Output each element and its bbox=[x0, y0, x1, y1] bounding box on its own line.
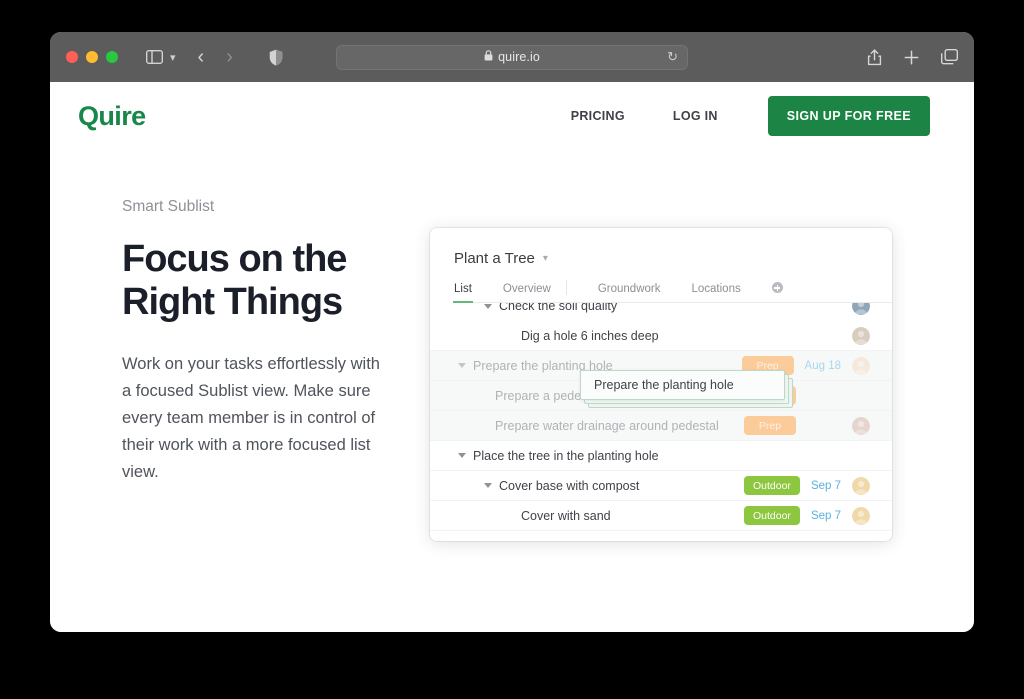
task-row[interactable]: Cover with sand Outdoor Sep 7 bbox=[430, 501, 892, 531]
task-title: Place the tree in the planting hole bbox=[473, 448, 659, 463]
task-title: Cover with sand bbox=[521, 508, 611, 523]
task-row[interactable]: Prepare the planting hole Prep Aug 18 bbox=[430, 351, 892, 381]
task-title: Prepare a pedestal bbox=[495, 388, 601, 403]
nav-link-login[interactable]: LOG IN bbox=[649, 109, 742, 123]
nav-link-pricing[interactable]: PRICING bbox=[547, 109, 649, 123]
task-title: Check the soil quality bbox=[499, 303, 618, 313]
toolbar-right-actions bbox=[867, 48, 958, 66]
main-nav: PRICING LOG IN SIGN UP FOR FREE bbox=[547, 96, 930, 136]
hero-text-column: Smart Sublist Focus on the Right Things … bbox=[50, 198, 380, 486]
task-title: Cover base with compost bbox=[499, 478, 640, 493]
hero-title-line-2: Right Things bbox=[122, 280, 343, 323]
task-tag-badge[interactable]: Prep bbox=[744, 386, 796, 405]
task-tag-badge[interactable]: Outdoor bbox=[743, 476, 800, 495]
task-row-meta bbox=[726, 303, 870, 315]
task-row-meta: Prep bbox=[744, 416, 870, 435]
collapse-caret-icon[interactable] bbox=[484, 483, 492, 488]
reload-icon[interactable]: ↻ bbox=[667, 49, 678, 65]
chevron-down-icon[interactable]: ▾ bbox=[543, 253, 548, 264]
tab-overview-icon[interactable] bbox=[941, 49, 958, 65]
task-row[interactable]: Prepare water drainage around pedestal Pr… bbox=[430, 411, 892, 441]
share-icon[interactable] bbox=[867, 48, 882, 66]
task-title: Dig a hole 6 inches deep bbox=[521, 328, 659, 343]
assignee-avatar[interactable] bbox=[852, 416, 870, 435]
task-row[interactable]: Check the soil quality bbox=[430, 303, 892, 321]
app-tab-bar: List Overview Groundwork Locations bbox=[453, 278, 892, 303]
collapse-caret-icon[interactable] bbox=[458, 453, 466, 458]
browser-toolbar: ▾ ‹ › quire.io ↻ bbox=[50, 32, 974, 82]
address-bar[interactable]: quire.io ↻ bbox=[336, 44, 688, 70]
task-row-meta: Prep bbox=[744, 386, 870, 405]
tab-locations[interactable]: Locations bbox=[691, 278, 740, 302]
tab-list[interactable]: List bbox=[453, 278, 473, 303]
task-row-meta: Outdoor Sep 7 bbox=[743, 506, 870, 525]
lock-icon bbox=[484, 48, 493, 66]
dragging-task-group: Prepare the planting hole Prep Aug 18 Prepa… bbox=[430, 351, 892, 441]
task-row-meta: Outdoor Sep 7 bbox=[743, 476, 870, 495]
project-header[interactable]: Plant a Tree ▾ bbox=[430, 228, 892, 267]
task-tag-badge[interactable]: Prep bbox=[744, 416, 796, 435]
tab-divider bbox=[565, 280, 567, 295]
quire-logo[interactable]: Quire bbox=[78, 101, 146, 132]
window-traffic-lights bbox=[66, 51, 118, 63]
forward-button[interactable]: › bbox=[226, 46, 233, 69]
minimize-window-button[interactable] bbox=[86, 51, 98, 63]
collapse-caret-icon[interactable] bbox=[458, 363, 466, 368]
task-title: Prepare the planting hole bbox=[473, 358, 613, 373]
task-due-date[interactable]: Aug 18 bbox=[805, 360, 841, 372]
back-button[interactable]: ‹ bbox=[198, 46, 205, 69]
task-row-meta: Prep Aug 18 bbox=[741, 356, 870, 375]
project-name: Plant a Tree bbox=[454, 250, 535, 267]
task-row[interactable]: Prepare a pedestal Prep bbox=[430, 381, 892, 411]
task-tag-badge[interactable]: Prep bbox=[741, 356, 794, 375]
task-row[interactable]: Cover base with compost Outdoor Sep 7 bbox=[430, 471, 892, 501]
task-list: Dig a hole 6 inches deep Prepare the plan… bbox=[430, 321, 892, 531]
app-preview-card: Plant a Tree ▾ List Overview Groundwork Loc… bbox=[430, 228, 892, 541]
assignee-avatar[interactable] bbox=[852, 303, 870, 315]
add-tab-icon[interactable] bbox=[771, 282, 783, 293]
browser-window: ▾ ‹ › quire.io ↻ Quire PRICING LOG IN SI… bbox=[50, 32, 974, 632]
task-row-meta bbox=[726, 326, 870, 345]
tab-overview[interactable]: Overview bbox=[503, 278, 551, 302]
task-tag-badge[interactable]: Outdoor bbox=[743, 506, 800, 525]
assignee-avatar[interactable] bbox=[852, 326, 870, 345]
hero-title: Focus on the Right Things bbox=[122, 238, 380, 323]
shield-icon[interactable] bbox=[269, 49, 283, 66]
hero-body-text: Work on your tasks effortlessly with a f… bbox=[122, 355, 380, 482]
close-window-button[interactable] bbox=[66, 51, 78, 63]
sidebar-toggle-icon[interactable] bbox=[146, 50, 163, 64]
task-due-date[interactable]: Sep 7 bbox=[811, 510, 841, 522]
task-row[interactable]: Place the tree in the planting hole bbox=[430, 441, 892, 471]
site-header: Quire PRICING LOG IN SIGN UP FOR FREE bbox=[50, 82, 974, 150]
maximize-window-button[interactable] bbox=[106, 51, 118, 63]
assignee-avatar[interactable] bbox=[852, 506, 870, 525]
url-text: quire.io bbox=[498, 50, 540, 64]
task-row[interactable]: Dig a hole 6 inches deep bbox=[430, 321, 892, 351]
hero-eyebrow: Smart Sublist bbox=[122, 198, 215, 215]
assignee-avatar[interactable] bbox=[852, 476, 870, 495]
task-title: Prepare water drainage around pedestal bbox=[495, 418, 719, 433]
signup-button[interactable]: SIGN UP FOR FREE bbox=[767, 96, 930, 136]
page-content: Quire PRICING LOG IN SIGN UP FOR FREE Sm… bbox=[50, 82, 974, 632]
task-row-clipped-container: Check the soil quality bbox=[430, 303, 892, 321]
chevron-down-icon[interactable]: ▾ bbox=[170, 51, 176, 64]
assignee-avatar[interactable] bbox=[852, 356, 870, 375]
tab-groundwork[interactable]: Groundwork bbox=[598, 278, 661, 302]
new-tab-icon[interactable] bbox=[904, 50, 919, 65]
collapse-caret-icon[interactable] bbox=[484, 303, 492, 309]
task-due-date[interactable]: Sep 7 bbox=[811, 480, 841, 492]
hero-title-line-1: Focus on the bbox=[122, 238, 347, 280]
